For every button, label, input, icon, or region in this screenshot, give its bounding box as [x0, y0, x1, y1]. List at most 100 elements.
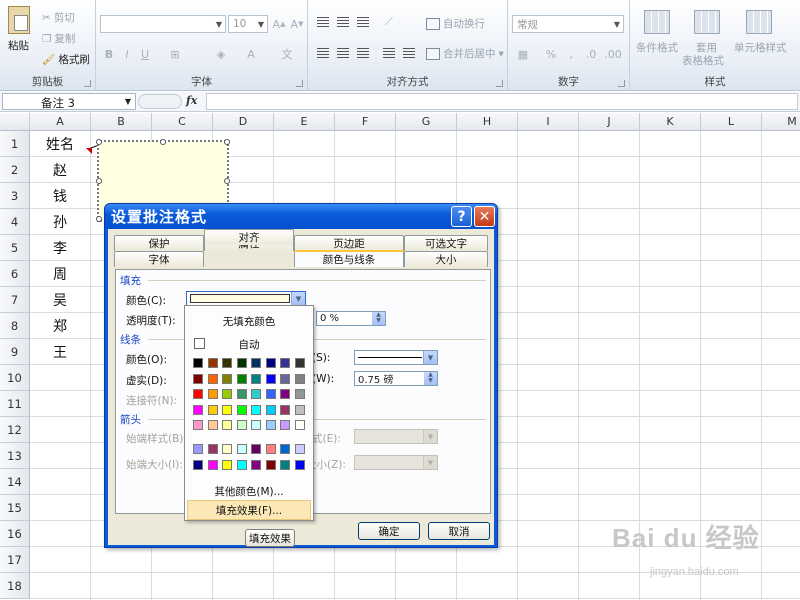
- more-colors-menu-item[interactable]: 其他颜色(M)...: [187, 481, 311, 501]
- automatic-menu-item[interactable]: 自动: [187, 334, 311, 354]
- color-swatch[interactable]: [222, 420, 232, 430]
- tab-size[interactable]: 大小: [404, 251, 488, 267]
- align-left-icon[interactable]: [314, 45, 332, 61]
- paste-button[interactable]: 粘贴: [8, 38, 29, 53]
- line-weight-spinner[interactable]: 0.75 磅 ▲ ▼: [354, 371, 438, 386]
- row-header-17[interactable]: 17: [0, 547, 30, 573]
- increase-indent-icon[interactable]: [400, 45, 418, 61]
- line-style-dropdown[interactable]: ▼: [354, 350, 438, 365]
- end-style-dropdown[interactable]: ▼: [354, 429, 438, 444]
- cell-A7[interactable]: 吴: [30, 287, 90, 313]
- shrink-font-icon[interactable]: A ▼: [288, 16, 306, 32]
- font-size-combo[interactable]: 10 ▼: [228, 15, 268, 33]
- column-header-F[interactable]: F: [335, 113, 396, 131]
- cell-A8[interactable]: 郑: [30, 313, 90, 339]
- format-as-table-button-line2[interactable]: 表格格式: [682, 53, 724, 68]
- row-header-9[interactable]: 9: [0, 339, 30, 365]
- row-header-12[interactable]: 12: [0, 417, 30, 443]
- color-swatch[interactable]: [251, 459, 261, 470]
- spinner-arrows-icon[interactable]: ▲ ▼: [372, 312, 385, 325]
- cell-A5[interactable]: 李: [30, 235, 90, 261]
- column-header-B[interactable]: B: [91, 113, 152, 131]
- select-all-corner[interactable]: [0, 113, 30, 131]
- row-header-2[interactable]: 2: [0, 157, 30, 183]
- column-header-D[interactable]: D: [213, 113, 274, 131]
- chevron-down-icon[interactable]: ▼: [291, 292, 305, 305]
- color-swatch[interactable]: [207, 358, 218, 368]
- color-swatch[interactable]: [265, 404, 276, 415]
- row-header-1[interactable]: 1: [0, 131, 30, 157]
- row-header-11[interactable]: 11: [0, 391, 30, 417]
- column-header-C[interactable]: C: [152, 113, 213, 131]
- color-swatch[interactable]: [294, 420, 305, 430]
- color-swatch[interactable]: [193, 389, 203, 399]
- fill-color-icon[interactable]: ◈: [212, 46, 230, 62]
- row-header-15[interactable]: 15: [0, 495, 30, 521]
- color-swatch[interactable]: [251, 358, 261, 368]
- formula-splitter[interactable]: [138, 94, 182, 109]
- increase-decimal-icon[interactable]: .0: [582, 46, 600, 62]
- align-middle-icon[interactable]: [334, 14, 352, 30]
- underline-button[interactable]: U: [136, 46, 154, 62]
- color-swatch[interactable]: [251, 444, 261, 454]
- cut-button[interactable]: ✂ 剪切: [42, 10, 75, 25]
- tab-protection[interactable]: 保护: [114, 235, 204, 251]
- color-swatch[interactable]: [222, 404, 232, 415]
- row-header-7[interactable]: 7: [0, 287, 30, 313]
- wrap-text-button[interactable]: 自动换行: [426, 16, 485, 31]
- cell-styles-button[interactable]: 单元格样式: [734, 40, 787, 55]
- color-swatch[interactable]: [222, 373, 232, 384]
- resize-handle[interactable]: [224, 139, 230, 145]
- alignment-launcher-icon[interactable]: [496, 80, 503, 87]
- row-header-14[interactable]: 14: [0, 469, 30, 495]
- row-header-13[interactable]: 13: [0, 443, 30, 469]
- color-swatch[interactable]: [193, 373, 203, 384]
- color-swatch[interactable]: [236, 444, 247, 454]
- color-swatch[interactable]: [265, 420, 276, 430]
- cell-A9[interactable]: 王: [30, 339, 90, 365]
- align-right-icon[interactable]: [354, 45, 372, 61]
- color-swatch[interactable]: [236, 373, 247, 384]
- bold-button[interactable]: B: [100, 46, 118, 62]
- column-header-G[interactable]: G: [396, 113, 457, 131]
- tab-alignment[interactable]: 对齐: [204, 229, 294, 245]
- color-swatch[interactable]: [236, 389, 247, 399]
- color-swatch[interactable]: [265, 358, 276, 368]
- decrease-decimal-icon[interactable]: .00: [604, 46, 622, 62]
- chevron-down-icon[interactable]: ▼: [423, 351, 437, 364]
- fill-effects-button[interactable]: 填充效果: [245, 529, 295, 547]
- row-header-5[interactable]: 5: [0, 235, 30, 261]
- color-swatch[interactable]: [193, 459, 203, 470]
- row-header-10[interactable]: 10: [0, 365, 30, 391]
- row-header-4[interactable]: 4: [0, 209, 30, 235]
- row-header-16[interactable]: 16: [0, 521, 30, 547]
- percent-button[interactable]: %: [542, 46, 560, 62]
- spinner-arrows-icon[interactable]: ▲ ▼: [424, 372, 437, 385]
- font-color-icon[interactable]: A: [242, 46, 260, 62]
- font-name-combo[interactable]: ▼: [100, 15, 226, 33]
- align-top-icon[interactable]: [314, 14, 332, 30]
- color-swatch[interactable]: [193, 444, 203, 454]
- resize-handle[interactable]: [96, 139, 102, 145]
- color-swatch[interactable]: [222, 358, 232, 368]
- color-swatch[interactable]: [294, 389, 305, 399]
- color-swatch[interactable]: [207, 373, 218, 384]
- column-header-M[interactable]: M: [762, 113, 800, 131]
- clipboard-launcher-icon[interactable]: [84, 80, 91, 87]
- color-swatch[interactable]: [265, 459, 276, 470]
- row-header-3[interactable]: 3: [0, 183, 30, 209]
- italic-button[interactable]: I: [118, 46, 136, 62]
- color-swatch[interactable]: [236, 459, 247, 470]
- grow-font-icon[interactable]: A ▲: [270, 16, 288, 32]
- dialog-titlebar[interactable]: 设置批注格式 ? ✕: [105, 204, 497, 229]
- color-swatch[interactable]: [207, 444, 218, 454]
- color-swatch[interactable]: [265, 389, 276, 399]
- currency-icon[interactable]: ▦: [514, 46, 532, 62]
- no-fill-menu-item[interactable]: 无填充颜色: [187, 311, 311, 331]
- color-swatch[interactable]: [222, 459, 232, 470]
- number-format-combo[interactable]: 常规 ▼: [512, 15, 624, 33]
- color-swatch[interactable]: [294, 404, 305, 415]
- row-header-18[interactable]: 18: [0, 573, 30, 599]
- column-header-K[interactable]: K: [640, 113, 701, 131]
- tab-colors-lines[interactable]: 颜色与线条: [294, 250, 404, 267]
